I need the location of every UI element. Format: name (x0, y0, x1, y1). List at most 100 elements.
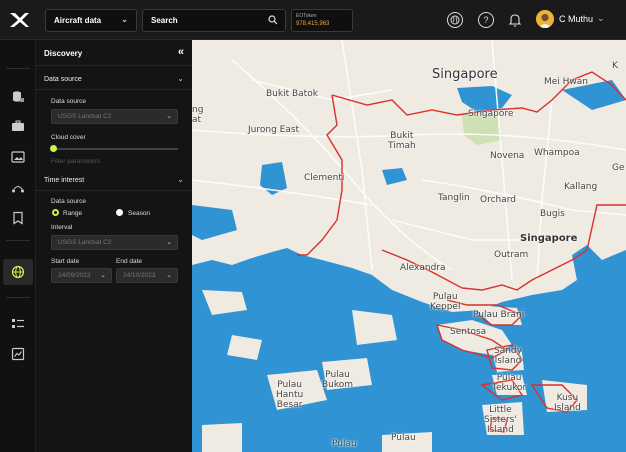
search-input[interactable]: Search (142, 9, 286, 32)
map-label: Ge (612, 163, 625, 173)
search-icon[interactable] (268, 15, 278, 25)
map-label: Whampoa (534, 148, 580, 158)
map-label: Jurong East (248, 125, 300, 135)
map-label: Pulau Keppel (430, 292, 461, 312)
map-label: Novena (490, 151, 525, 161)
island (352, 310, 397, 345)
panel-header: Discovery « (36, 40, 192, 66)
map-canvas (192, 40, 626, 452)
range-label[interactable]: Range (63, 210, 82, 217)
briefcase-icon[interactable] (11, 119, 25, 133)
interval-label: Interval (51, 224, 73, 231)
island (202, 423, 242, 452)
cloud-cover-label: Cloud cover (51, 134, 86, 141)
checklist-icon[interactable] (11, 317, 25, 331)
filter-parameters-link[interactable]: Filter parameters (51, 158, 100, 165)
map-label: K (612, 61, 618, 71)
map-label: Pulau (332, 439, 357, 449)
map-label: Singapore (520, 233, 578, 244)
token-label: EOToken (296, 13, 317, 19)
start-date-value: 24/09/2023 (58, 272, 91, 279)
interval-value: USGS Landsat C2 (58, 239, 112, 246)
map-label: Singapore (432, 67, 498, 82)
route-icon[interactable] (11, 181, 25, 195)
map-label: Kallang (564, 182, 598, 192)
bell-icon[interactable] (508, 12, 522, 28)
image-icon[interactable] (11, 150, 25, 164)
map-label: Clementi (304, 173, 345, 183)
time-interest-section-header[interactable]: Time interest ⌄ (36, 171, 192, 191)
cloud-cover-slider-track[interactable] (52, 148, 178, 150)
map-label: Sentosa (450, 327, 487, 337)
map-label: Pulau Bukom (322, 370, 354, 390)
avatar[interactable] (536, 10, 554, 28)
logo-icon[interactable] (8, 11, 30, 29)
help-icon[interactable]: ? (478, 12, 494, 28)
data-source-select[interactable]: USGS Landsat C2 ⌄ (51, 109, 178, 124)
island (202, 290, 247, 315)
collapse-panel-icon[interactable]: « (178, 46, 184, 58)
chevron-down-icon: ⌄ (177, 175, 184, 184)
rail-divider (6, 240, 30, 241)
globe-icon[interactable] (447, 12, 463, 28)
map-label: Pulau Brani (473, 310, 525, 320)
map-label: Pulau Hantu Besar (276, 380, 304, 410)
map-label: Little Sisters' Island (484, 405, 517, 435)
start-date-label: Start date (51, 258, 80, 265)
chevron-down-icon: ⌄ (100, 272, 106, 279)
chevron-down-icon: ⌄ (177, 74, 184, 83)
map-label: Alexandra (400, 263, 446, 273)
panel-title: Discovery (44, 49, 83, 58)
database-icon[interactable] (11, 90, 25, 104)
map-label: Bugis (540, 209, 565, 219)
map-label: Pulau (391, 433, 416, 443)
map-view[interactable]: Singapore Mei Hwan K Bukit Batok ng at J… (192, 40, 626, 452)
section-title: Time interest (44, 177, 85, 184)
bookmark-icon[interactable] (11, 211, 25, 225)
search-label: Search (151, 16, 178, 25)
end-date-value: 24/10/2023 (123, 272, 156, 279)
map-label: Orchard (480, 195, 517, 205)
token-balance: EOToken 978,415,963 (291, 9, 353, 32)
time-data-source-label: Data source (51, 198, 87, 205)
rail-divider (6, 297, 30, 298)
top-bar: Aircraft data ⌄ Search EOToken 978,415,9… (0, 0, 626, 40)
end-date-picker[interactable]: 24/10/2023 ⌄ (116, 268, 178, 283)
cloud-cover-slider-handle[interactable] (50, 145, 57, 152)
map-label: Outram (494, 250, 529, 260)
map-label: Bukit Batok (266, 89, 318, 99)
analytics-icon[interactable] (11, 347, 25, 361)
dataset-dropdown-label: Aircraft data (54, 16, 102, 25)
start-date-picker[interactable]: 24/09/2023 ⌄ (51, 268, 112, 283)
range-radio[interactable] (52, 209, 59, 216)
end-date-label: End date (116, 258, 143, 265)
map-label: Bukit Timah (388, 131, 416, 151)
globe-icon[interactable] (11, 265, 25, 279)
left-rail (0, 40, 36, 452)
island (227, 335, 262, 360)
chevron-down-icon: ⌄ (166, 113, 172, 120)
interval-select[interactable]: USGS Landsat C2 ⌄ (51, 235, 178, 250)
season-radio[interactable] (116, 209, 123, 216)
data-source-value: USGS Landsat C2 (58, 113, 112, 120)
chevron-down-icon: ⌄ (166, 239, 172, 246)
map-label: Singapore (468, 109, 514, 119)
chevron-down-icon: ⌄ (166, 272, 172, 279)
discovery-panel: Discovery « Data source ⌄ Data source US… (36, 40, 192, 452)
rail-divider (6, 68, 30, 69)
user-name[interactable]: C Muthu (559, 14, 593, 24)
dataset-dropdown[interactable]: Aircraft data ⌄ (45, 9, 137, 32)
token-value: 978,415,963 (296, 21, 330, 27)
season-label[interactable]: Season (128, 210, 150, 217)
map-label: Mei Hwan (544, 77, 589, 87)
map-label: Kusu Island (554, 393, 581, 413)
section-title: Data source (44, 76, 82, 83)
map-label: Tanglin (438, 193, 470, 203)
map-label: at (192, 115, 202, 125)
data-source-label: Data source (51, 98, 87, 105)
data-source-section-header[interactable]: Data source ⌄ (36, 70, 192, 90)
chevron-down-icon: ⌄ (121, 15, 128, 24)
user-menu-chevron-icon[interactable]: ⌄ (597, 13, 605, 24)
map-label: Sandy Island (494, 346, 522, 366)
map-label: Pulau Tekukor (492, 373, 527, 393)
